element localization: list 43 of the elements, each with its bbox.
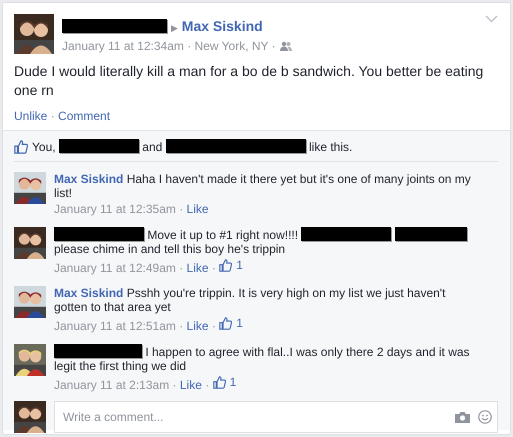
likes-text: like this. [309, 140, 352, 154]
comment-text: Max Siskind Psshh you're trippin. It is very high on my list we just haven't gotten to that area yet [54, 286, 446, 314]
like-link[interactable]: Like [180, 378, 202, 392]
unlike-link[interactable]: Unlike [14, 109, 48, 123]
comment-field[interactable]: Write a comment... [54, 401, 498, 433]
camera-icon[interactable] [455, 411, 470, 423]
author-link[interactable]: Max Siskind [54, 172, 124, 186]
like-count[interactable]: 1 [212, 375, 236, 390]
post-meta: January 11 at 12:34am · New York, NY · [62, 38, 276, 55]
author-link[interactable]: Max Siskind [54, 286, 124, 300]
chevron-down-icon[interactable] [485, 15, 498, 23]
comment-text: Max Siskind Haha I haven't made it there yet but it's one of many joints on my list! [54, 172, 472, 200]
separator-dot: · [212, 319, 216, 333]
author-link[interactable]: Max Siskind [182, 18, 263, 34]
likes-text: and [142, 140, 162, 154]
thumbs-up-icon [14, 140, 28, 154]
comment-link[interactable]: Comment [58, 109, 110, 123]
like-link[interactable]: Like [186, 319, 209, 333]
timestamp: January 11 at 12:51am [54, 319, 176, 333]
arrow-icon: ▶ [170, 23, 178, 33]
timestamp: January 11 at 12:35am [54, 202, 176, 216]
separator-dot: · [212, 261, 216, 275]
thumbs-up-icon [212, 376, 226, 389]
like-link[interactable]: Like [186, 202, 209, 216]
thumbs-up-icon [219, 259, 232, 272]
post-text: Dude I would literally kill a man for a bo de b sandwich. You better be eating one rn [13, 62, 484, 100]
timestamp: January 11 at 12:49am [54, 261, 176, 275]
like-link[interactable]: Like [186, 261, 209, 275]
separator-dot: · [179, 202, 184, 216]
friends-icon[interactable] [280, 41, 292, 51]
thumbs-up-icon [219, 317, 232, 330]
separator-dot: · [179, 261, 184, 275]
comment-text: Move it up to #1 right now!!!! please chime in and tell this boy he's trippin [54, 227, 474, 256]
like-count[interactable]: 1 [219, 316, 243, 331]
timestamp: January 11 at 2:13am [54, 378, 170, 392]
separator-dot: · [205, 378, 210, 392]
smiley-icon[interactable] [478, 410, 492, 424]
separator-dot: · [50, 109, 55, 123]
separator-dot: · [179, 319, 184, 333]
likes-text: You, [32, 140, 56, 154]
like-count[interactable]: 1 [219, 258, 243, 273]
separator-dot: · [172, 378, 177, 392]
comment-text: I happen to agree with flal..I was only there 2 days and it was legit the first thing we did [54, 344, 471, 373]
